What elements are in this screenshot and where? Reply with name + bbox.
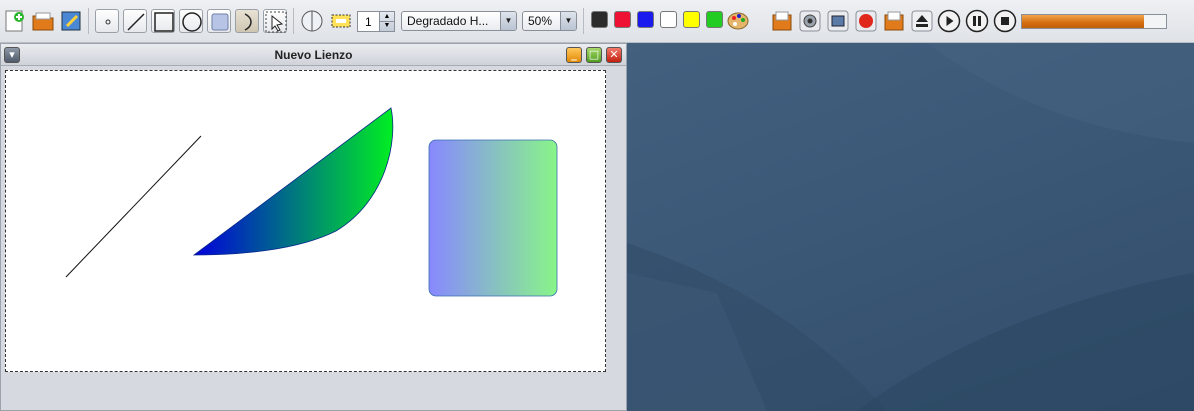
stroke-width-value: 1 <box>365 15 372 29</box>
rectangle-tool-icon[interactable] <box>151 9 175 33</box>
drawing-canvas[interactable] <box>5 70 606 372</box>
ellipse-tool-icon[interactable] <box>179 9 203 33</box>
desktop-background <box>627 43 1194 411</box>
spinner-down-icon[interactable]: ▼ <box>380 21 394 30</box>
dashed-stroke-icon[interactable] <box>329 9 353 33</box>
save-edit-icon[interactable] <box>59 9 83 33</box>
color-swatch-blue[interactable] <box>637 11 654 28</box>
gradient-curve-shape[interactable] <box>192 107 394 256</box>
capture-image-icon[interactable] <box>826 9 850 33</box>
playback-progress-bar[interactable] <box>1021 14 1167 29</box>
image-folder-icon[interactable] <box>770 9 794 33</box>
desktop-wallpaper <box>627 43 1194 411</box>
close-icon: ✕ <box>609 48 619 61</box>
color-palette-icon[interactable] <box>726 9 750 33</box>
point-tool-icon[interactable] <box>95 9 119 33</box>
canvas-window: ▾ Nuevo Lienzo _ □ ✕ <box>0 43 627 411</box>
window-title: Nuevo Lienzo <box>274 48 353 62</box>
select-tool-icon[interactable] <box>263 9 287 33</box>
line-tool-icon[interactable] <box>123 9 147 33</box>
zoom-select[interactable]: 50% ▼ <box>522 11 577 31</box>
fill-rectangle-tool-icon[interactable] <box>207 9 231 33</box>
maximize-button[interactable]: □ <box>586 47 602 63</box>
color-swatch-yellow[interactable] <box>683 11 700 28</box>
transparency-tool-icon[interactable] <box>300 9 324 33</box>
gradient-rounded-rectangle[interactable] <box>428 139 558 297</box>
maximize-icon: □ <box>588 48 600 61</box>
canvas-drawing <box>65 107 558 297</box>
chevron-down-icon: ▼ <box>500 12 516 30</box>
webcam-icon[interactable] <box>798 9 822 33</box>
curve-tool-icon[interactable] <box>235 9 259 33</box>
chevron-down-icon: ▼ <box>560 12 576 30</box>
drawn-line[interactable] <box>65 135 202 278</box>
fill-mode-value: Degradado H... <box>407 14 489 28</box>
media-folder-icon[interactable] <box>882 9 906 33</box>
window-titlebar[interactable]: ▾ Nuevo Lienzo _ □ ✕ <box>1 44 626 66</box>
stop-icon[interactable] <box>993 9 1017 33</box>
eject-icon[interactable] <box>910 9 934 33</box>
close-button[interactable]: ✕ <box>606 47 622 63</box>
new-file-icon[interactable] <box>3 9 27 33</box>
stroke-width-spinner[interactable]: 1 ▲ ▼ <box>357 11 395 32</box>
zoom-value: 50% <box>528 14 553 28</box>
open-folder-icon[interactable] <box>31 9 55 33</box>
color-swatch-green[interactable] <box>706 11 723 28</box>
main-toolbar: 1 ▲ ▼ Degradado H... ▼ 50% ▼ <box>0 0 1194 43</box>
progress-fill <box>1022 15 1145 28</box>
color-swatch-black[interactable] <box>591 11 608 28</box>
color-swatch-white[interactable] <box>660 11 677 28</box>
pause-icon[interactable] <box>965 9 989 33</box>
play-icon[interactable] <box>937 9 961 33</box>
record-icon[interactable] <box>854 9 878 33</box>
fill-mode-select[interactable]: Degradado H... ▼ <box>401 11 517 31</box>
color-swatch-red[interactable] <box>614 11 631 28</box>
minimize-button[interactable]: _ <box>566 47 582 63</box>
minimize-icon: _ <box>571 48 577 61</box>
